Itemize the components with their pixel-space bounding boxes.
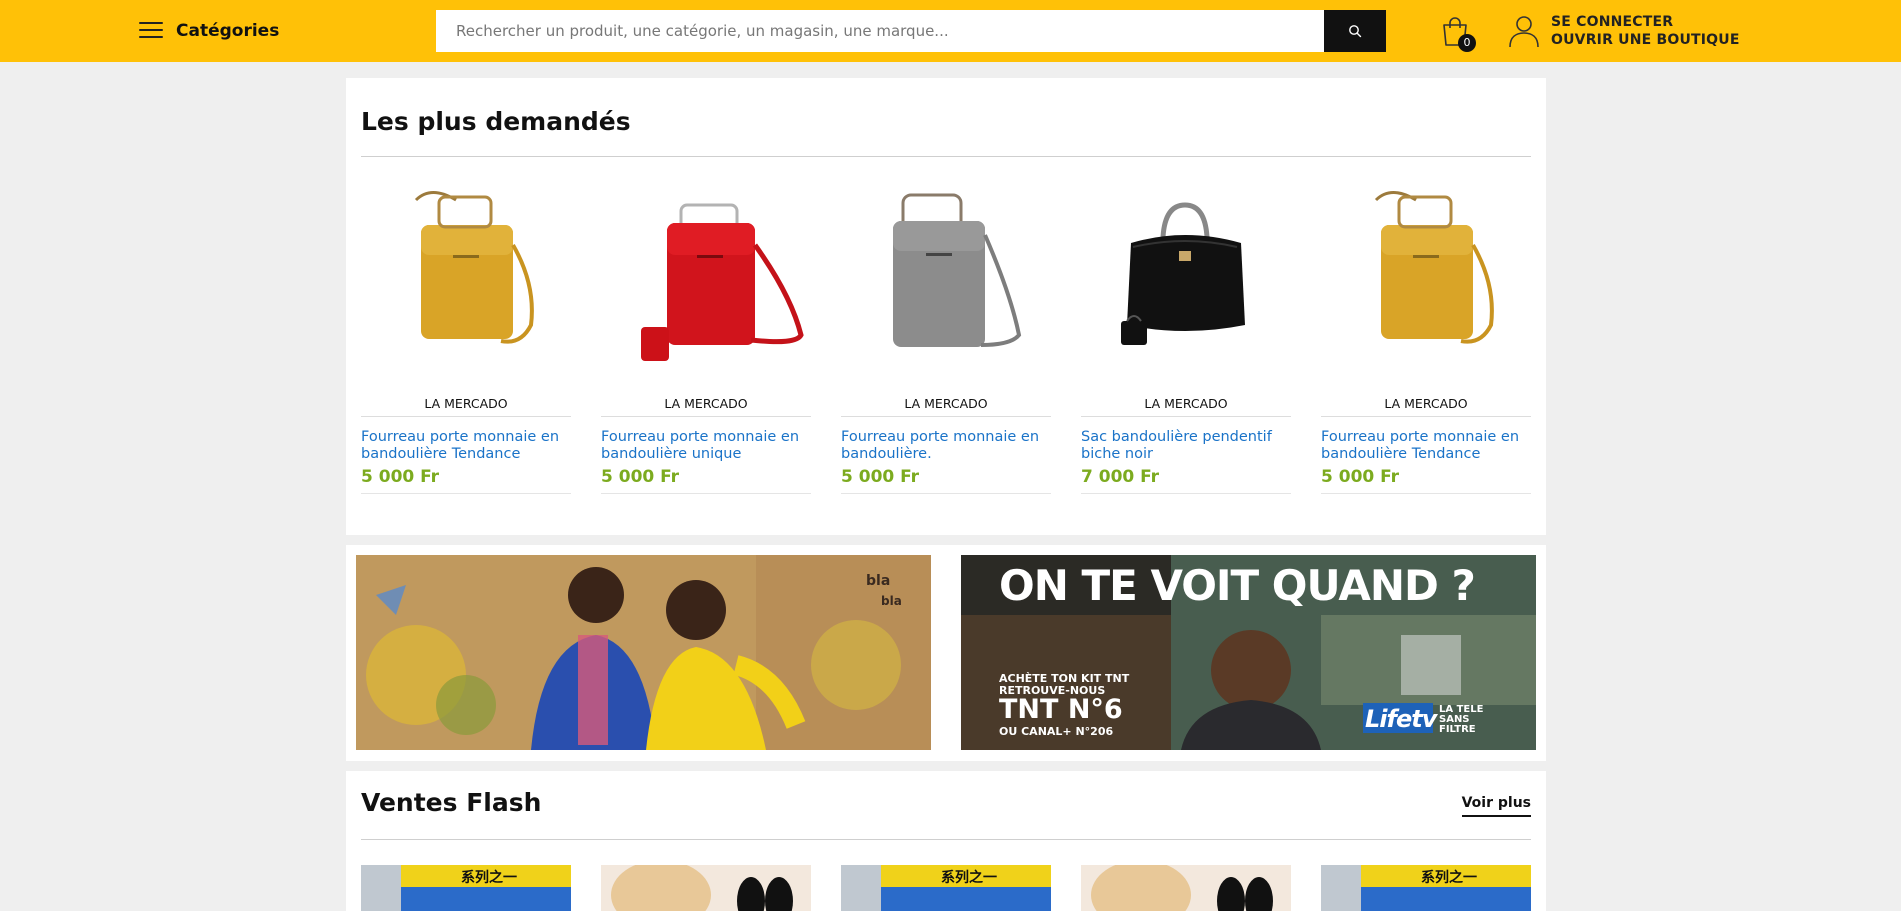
banner-channel: TNT N°6 — [999, 694, 1123, 725]
package-text: 系列之一 — [941, 869, 997, 886]
divider — [1321, 416, 1531, 417]
product-card[interactable]: LA MERCADO Sac bandoulière pendentif bic… — [1081, 175, 1291, 515]
divider — [361, 416, 571, 417]
product-price: 5 000 Fr — [361, 467, 440, 487]
product-card[interactable]: LA MERCADO Fourreau porte monnaie en ban… — [1321, 175, 1531, 515]
product-price: 5 000 Fr — [1321, 467, 1400, 487]
promo-banner-right[interactable]: ON TE VOIT QUAND ? ACHÈTE TON KIT TNT RE… — [961, 555, 1536, 750]
banner-bla-text: bla — [866, 573, 890, 589]
divider — [601, 493, 811, 494]
account-links: SE CONNECTER OUVRIR UNE BOUTIQUE — [1551, 13, 1740, 49]
store-name: LA MERCADO — [664, 396, 748, 411]
divider — [601, 416, 811, 417]
search-button[interactable] — [1324, 10, 1386, 52]
store-name: LA MERCADO — [1144, 396, 1228, 411]
section-title: Ventes Flash — [361, 788, 542, 817]
banner-tagline: LA TELE SANS FILTRE — [1439, 704, 1484, 735]
product-list: LA MERCADO Fourreau porte monnaie en ban… — [361, 175, 1531, 515]
red-crossbody-bag-image[interactable] — [601, 175, 811, 385]
lifetv-logo: Lifetv — [1365, 705, 1437, 733]
categories-label[interactable]: Catégories — [176, 21, 279, 41]
see-more-link[interactable]: Voir plus — [1461, 795, 1531, 817]
package-text: 系列之一 — [1421, 869, 1477, 886]
flash-product-image[interactable]: 系列之一 — [1321, 865, 1531, 911]
product-price: 5 000 Fr — [841, 467, 920, 487]
flash-product-image[interactable]: 系列之一 — [361, 865, 571, 911]
store-name: LA MERCADO — [904, 396, 988, 411]
product-name-link[interactable]: Fourreau porte monnaie en bandoulière un… — [601, 429, 811, 463]
product-price: 7 000 Fr — [1081, 467, 1160, 487]
product-name-link[interactable]: Sac bandoulière pendentif biche noir — [1081, 429, 1291, 463]
flash-product-image[interactable]: 系列之一 — [841, 865, 1051, 911]
product-card[interactable]: LA MERCADO Fourreau porte monnaie en ban… — [361, 175, 571, 515]
user-icon[interactable] — [1508, 14, 1540, 48]
banner-headline: ON TE VOIT QUAND ? — [999, 561, 1476, 610]
flash-product-image[interactable] — [1081, 865, 1291, 911]
promo-banners: bla bla ON TE VOIT QUAND ? ACHÈTE TON KI… — [346, 545, 1546, 761]
product-card[interactable]: LA MERCADO Fourreau porte monnaie en ban… — [601, 175, 811, 515]
package-text: 系列之一 — [461, 869, 517, 886]
section-divider — [361, 839, 1531, 840]
two-women-gossip-banner-image: bla bla — [356, 555, 931, 750]
most-requested-section: Les plus demandés LA MERCADO Fourreau po… — [346, 78, 1546, 535]
flash-sales-section: Ventes Flash Voir plus 系列之一 系列之一 系列之一 — [346, 771, 1546, 911]
yellow-crossbody-bag-image[interactable] — [1321, 175, 1531, 385]
divider — [1081, 493, 1291, 494]
top-header: Catégories 0 SE CONNECTER OUVRIR UNE BOU… — [0, 0, 1901, 62]
banner-line-3: OU CANAL+ N°206 — [999, 725, 1114, 738]
grey-crossbody-bag-image[interactable] — [841, 175, 1051, 385]
divider — [841, 416, 1051, 417]
promo-banner-left[interactable]: bla bla — [356, 555, 931, 750]
black-handbag-image[interactable] — [1081, 175, 1291, 385]
login-link[interactable]: SE CONNECTER — [1551, 13, 1740, 31]
flash-product-image[interactable] — [601, 865, 811, 911]
product-card[interactable]: LA MERCADO Fourreau porte monnaie en ban… — [841, 175, 1051, 515]
divider — [1321, 493, 1531, 494]
cart-button[interactable]: 0 — [1440, 16, 1476, 52]
divider — [1081, 416, 1291, 417]
yellow-crossbody-bag-image[interactable] — [361, 175, 571, 385]
store-name: LA MERCADO — [1384, 396, 1468, 411]
product-name-link[interactable]: Fourreau porte monnaie en bandoulière Te… — [1321, 429, 1531, 463]
cart-count-badge: 0 — [1458, 34, 1476, 52]
banner-bla-text: bla — [881, 594, 902, 608]
hamburger-menu-icon[interactable] — [139, 20, 163, 40]
section-title: Les plus demandés — [361, 107, 631, 136]
section-divider — [361, 156, 1531, 157]
divider — [361, 493, 571, 494]
search-icon — [1349, 25, 1362, 38]
open-shop-link[interactable]: OUVRIR UNE BOUTIQUE — [1551, 31, 1740, 49]
divider — [841, 493, 1051, 494]
product-name-link[interactable]: Fourreau porte monnaie en bandoulière Te… — [361, 429, 571, 463]
product-price: 5 000 Fr — [601, 467, 680, 487]
product-name-link[interactable]: Fourreau porte monnaie en bandoulière. — [841, 429, 1051, 463]
store-name: LA MERCADO — [424, 396, 508, 411]
search-input[interactable] — [436, 10, 1324, 52]
